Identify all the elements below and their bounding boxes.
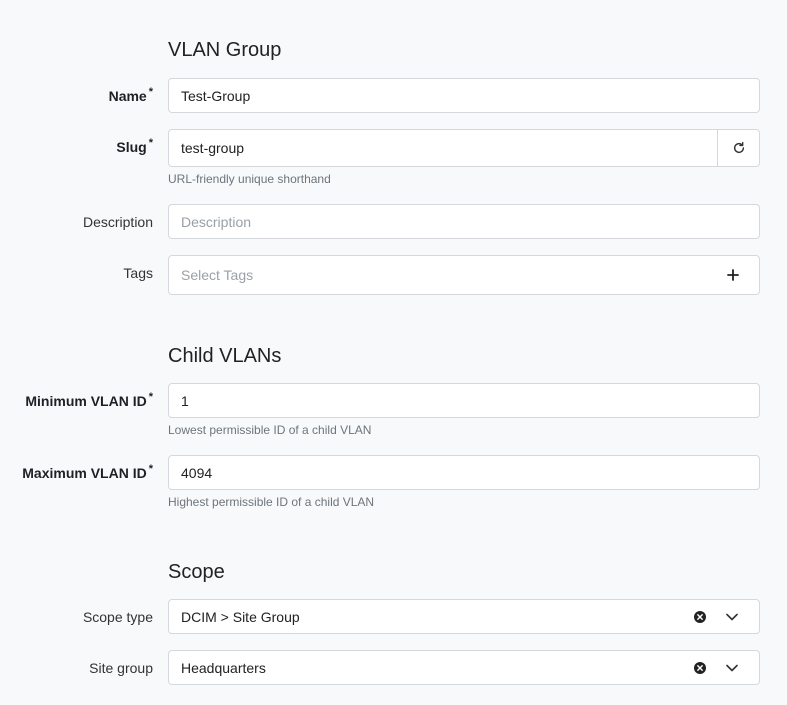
plus-icon[interactable] <box>724 266 742 284</box>
clear-icon[interactable] <box>691 659 709 677</box>
clear-icon[interactable] <box>691 608 709 626</box>
slug-label: Slug * <box>116 137 153 155</box>
refresh-icon <box>733 141 744 154</box>
chevron-down-icon[interactable] <box>723 659 741 677</box>
slug-value: test-group <box>181 140 245 156</box>
section-title-child-vlans: Child VLANs <box>168 345 282 367</box>
min-vid-label: Minimum VLAN ID * <box>25 391 153 409</box>
site-group-label: Site group <box>89 660 153 676</box>
scope-type-select[interactable]: DCIM > Site Group <box>168 599 760 634</box>
min-vid-help-text: Lowest permissible ID of a child VLAN <box>168 423 372 437</box>
tags-select[interactable]: Select Tags <box>168 255 760 295</box>
scope-type-label: Scope type <box>82 609 153 625</box>
section-title-vlan-group: VLAN Group <box>168 39 282 61</box>
max-vid-label: Maximum VLAN ID * <box>22 463 153 481</box>
chevron-down-icon[interactable] <box>723 608 741 626</box>
name-field[interactable]: Test-Group <box>168 78 760 113</box>
site-group-select[interactable]: Headquarters <box>168 650 760 685</box>
tags-label: Tags <box>123 265 153 281</box>
max-vid-value: 4094 <box>181 464 213 481</box>
max-vid-input[interactable]: 4094 <box>168 455 760 490</box>
tags-placeholder: Select Tags <box>181 267 254 283</box>
site-group-value: Headquarters <box>181 659 266 676</box>
slug-regenerate-button[interactable] <box>717 130 759 166</box>
name-label: Name * <box>108 86 153 104</box>
scope-type-value: DCIM > Site Group <box>181 608 300 625</box>
min-vid-value: 1 <box>181 392 189 409</box>
slug-field[interactable]: test-group <box>168 129 760 167</box>
max-vid-help-text: Highest permissible ID of a child VLAN <box>168 495 375 509</box>
min-vid-input[interactable]: 1 <box>168 383 760 418</box>
name-value: Test-Group <box>181 87 251 104</box>
section-title-scope: Scope <box>168 561 225 583</box>
description-placeholder: Description <box>181 213 252 230</box>
slug-help-text: URL-friendly unique shorthand <box>168 172 331 186</box>
description-label: Description <box>82 214 153 230</box>
description-input[interactable]: Description <box>168 204 760 239</box>
